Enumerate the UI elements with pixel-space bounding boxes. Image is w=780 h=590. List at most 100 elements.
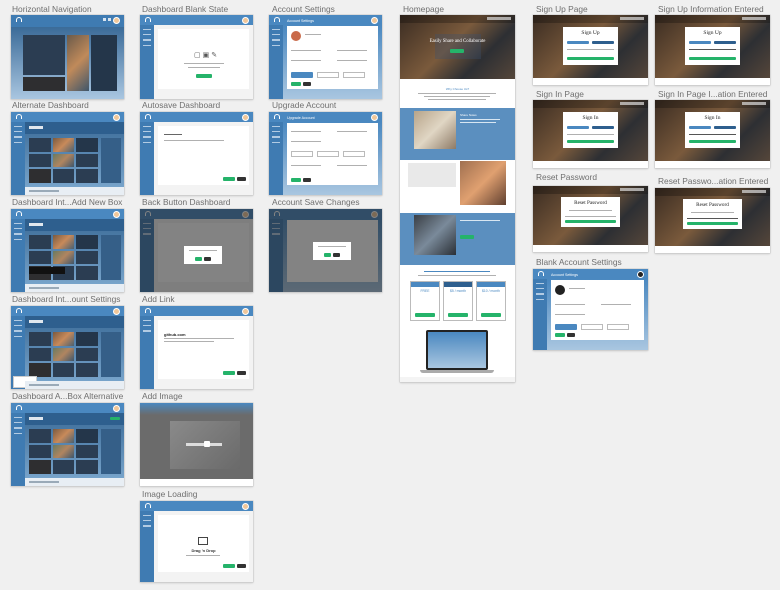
artboard-autosave-dashboard[interactable] xyxy=(140,112,253,195)
text-line xyxy=(691,212,734,213)
modal-title: Sign Up xyxy=(581,30,600,36)
artboard-account-settings[interactable]: Account Settings xyxy=(269,15,382,99)
artboard-sign-in-information-entered[interactable]: Sign In xyxy=(655,100,770,168)
text-line xyxy=(337,60,367,62)
cancel-button xyxy=(567,333,575,337)
footer xyxy=(400,377,515,382)
artboard-alternate-dashboard[interactable] xyxy=(11,112,124,195)
footer xyxy=(25,284,124,292)
artboard-sign-up-page[interactable]: Sign Up xyxy=(533,15,648,85)
artboard-dashboard-account-settings[interactable] xyxy=(11,306,124,389)
submit-button xyxy=(689,57,736,60)
feature-button xyxy=(460,235,474,239)
header-title: Upgrade Account xyxy=(287,116,315,120)
footer xyxy=(25,381,124,389)
editor-panel: github.com xyxy=(158,320,249,379)
artboard-dashboard-add-new-box[interactable] xyxy=(11,209,124,292)
facebook-button xyxy=(567,41,589,44)
artboard-blank-account-settings[interactable]: Account Settings xyxy=(533,269,648,350)
text-line xyxy=(291,165,321,167)
text-line xyxy=(186,555,220,557)
text-line xyxy=(460,119,500,120)
reset-password-modal: Reset Password xyxy=(561,197,620,227)
text-line xyxy=(555,314,585,316)
reset-button xyxy=(687,222,738,225)
header xyxy=(25,316,124,328)
top-bar xyxy=(269,112,382,122)
footer xyxy=(25,187,124,195)
link-text: github.com xyxy=(164,332,186,337)
save-button xyxy=(291,82,301,86)
artboard-label: Back Button Dashboard xyxy=(142,197,231,207)
top-gradient xyxy=(140,403,253,415)
nav-bar xyxy=(533,100,648,108)
hero-heading: Easily Share and Collaborate xyxy=(429,39,486,44)
card-header xyxy=(411,282,439,287)
text-line xyxy=(565,216,616,217)
cancel-button xyxy=(303,82,311,86)
modal-title: Reset Password xyxy=(696,202,729,208)
artboard-label: Horizontal Navigation xyxy=(12,4,92,14)
avatar xyxy=(371,16,378,24)
artboard-account-save-changes[interactable] xyxy=(269,209,382,292)
text-line xyxy=(569,288,585,290)
artboard-sign-in-page[interactable]: Sign In xyxy=(533,100,648,168)
artboard-label: Dashboard A...Box Alternative xyxy=(12,391,124,401)
text-line xyxy=(567,134,614,135)
artboard-dashboard-blank-state[interactable]: ▢▣✎ xyxy=(140,15,253,99)
plan-option xyxy=(317,151,339,157)
laptop-base xyxy=(420,370,494,373)
artboard-label: Image Loading xyxy=(142,489,198,499)
artboard-image-loading[interactable]: Drag 'n Drop xyxy=(140,501,253,582)
signup-button xyxy=(415,313,435,317)
artboard-homepage[interactable]: Easily Share and Collaborate Why Choose … xyxy=(400,15,515,382)
artboard-upgrade-account[interactable]: Upgrade Account xyxy=(269,112,382,195)
text-line xyxy=(164,140,224,142)
artboard-label: Account Save Changes xyxy=(272,197,360,207)
artboard-label: Add Image xyxy=(142,391,183,401)
avatar xyxy=(371,113,378,121)
artboard-reset-password[interactable]: Reset Password xyxy=(533,186,648,252)
nav-bar xyxy=(655,100,770,108)
top-bar xyxy=(11,403,124,413)
modal-title: Sign Up xyxy=(703,30,722,36)
logo-icon xyxy=(274,17,280,22)
top-bar xyxy=(11,209,124,219)
profile-photo xyxy=(291,31,301,41)
right-column xyxy=(101,138,121,183)
sidebar xyxy=(140,511,154,582)
drag-drop-label: Drag 'n Drop xyxy=(191,548,216,553)
screen-content xyxy=(428,332,486,368)
footer xyxy=(533,78,648,85)
text-line xyxy=(305,34,321,36)
feature-image xyxy=(414,215,456,255)
artboard-reset-password-information-entered[interactable]: Reset Password xyxy=(655,188,770,253)
artboard-add-link[interactable]: github.com xyxy=(140,306,253,389)
text-line xyxy=(460,122,496,123)
sidebar xyxy=(533,279,547,350)
text-line xyxy=(337,131,367,133)
text-line xyxy=(689,49,736,50)
artboard-add-image[interactable] xyxy=(140,403,253,486)
sign-in-modal: Sign In xyxy=(685,112,740,148)
confirm-button xyxy=(195,257,202,261)
sidebar xyxy=(11,122,25,195)
logo-icon xyxy=(145,308,151,313)
artboard-label: Account Settings xyxy=(272,4,335,14)
text-line xyxy=(687,218,738,219)
artboard-dashboard-add-box-alternative[interactable] xyxy=(11,403,124,486)
artboard-sign-up-information-entered[interactable]: Sign Up xyxy=(655,15,770,85)
price: $5 / month xyxy=(449,289,467,293)
note-card xyxy=(91,35,117,91)
facebook-button xyxy=(689,126,711,129)
save-changes-modal xyxy=(313,242,351,260)
submit-button xyxy=(689,140,736,143)
artboard-horizontal-navigation[interactable] xyxy=(11,15,124,99)
feature-heading: Share Notes xyxy=(460,113,477,117)
footer xyxy=(533,245,648,252)
notes-grid xyxy=(29,332,98,377)
artboard-label: Upgrade Account xyxy=(272,100,337,110)
hero-section xyxy=(400,15,515,79)
text-line xyxy=(689,134,736,135)
artboard-back-button-dashboard[interactable] xyxy=(140,209,253,292)
